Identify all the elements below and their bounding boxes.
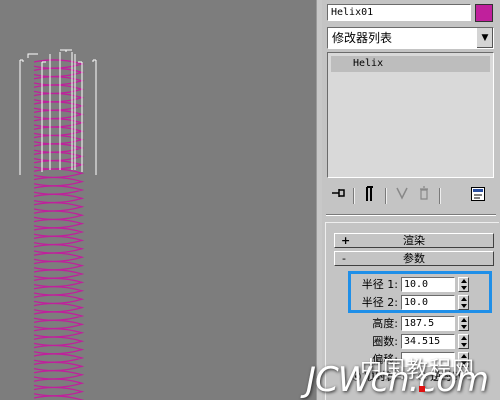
collapse-icon: - <box>342 252 346 265</box>
watermark-dot <box>419 386 425 392</box>
watermark: 中国教程网 JCWcn.com <box>300 340 500 400</box>
radius2-spinner[interactable] <box>458 295 469 310</box>
rollout-render-title: 渲染 <box>403 234 425 247</box>
modifier-stack[interactable]: Helix <box>327 52 494 178</box>
modifier-list-dropdown[interactable]: 修改器列表 ▼ <box>327 27 494 49</box>
show-end-result-icon[interactable] <box>360 186 380 206</box>
expand-icon: + <box>341 234 351 247</box>
modifier-list-label: 修改器列表 <box>332 31 393 45</box>
make-unique-icon[interactable] <box>392 186 412 206</box>
rollout-render[interactable]: + 渲染 <box>334 233 494 248</box>
helix-object[interactable] <box>0 0 316 400</box>
viewport[interactable] <box>0 0 316 400</box>
object-name-field[interactable]: Helix01 <box>327 4 471 21</box>
height-label: 高度: <box>372 317 398 330</box>
height-spinner[interactable] <box>458 316 469 331</box>
radius2-label: 半径 2: <box>361 296 398 309</box>
rollout-parameters-title: 参数 <box>403 252 425 265</box>
remove-modifier-icon[interactable] <box>414 186 434 206</box>
radius1-spinner[interactable] <box>458 277 469 292</box>
pin-stack-icon[interactable] <box>329 186 349 206</box>
radius1-input[interactable]: 10.0 <box>401 277 455 292</box>
chevron-down-icon[interactable]: ▼ <box>476 28 493 48</box>
radius1-label: 半径 1: <box>361 278 398 291</box>
object-color-swatch[interactable] <box>475 4 493 22</box>
rollout-parameters[interactable]: - 参数 <box>334 251 494 266</box>
configure-sets-icon[interactable] <box>468 186 488 206</box>
stack-item-helix[interactable]: Helix <box>331 56 490 72</box>
height-input[interactable]: 187.5 <box>401 316 455 331</box>
stack-toolbar <box>327 184 499 208</box>
watermark-en: JCWcn.com <box>306 360 489 400</box>
radius2-input[interactable]: 10.0 <box>401 295 455 310</box>
